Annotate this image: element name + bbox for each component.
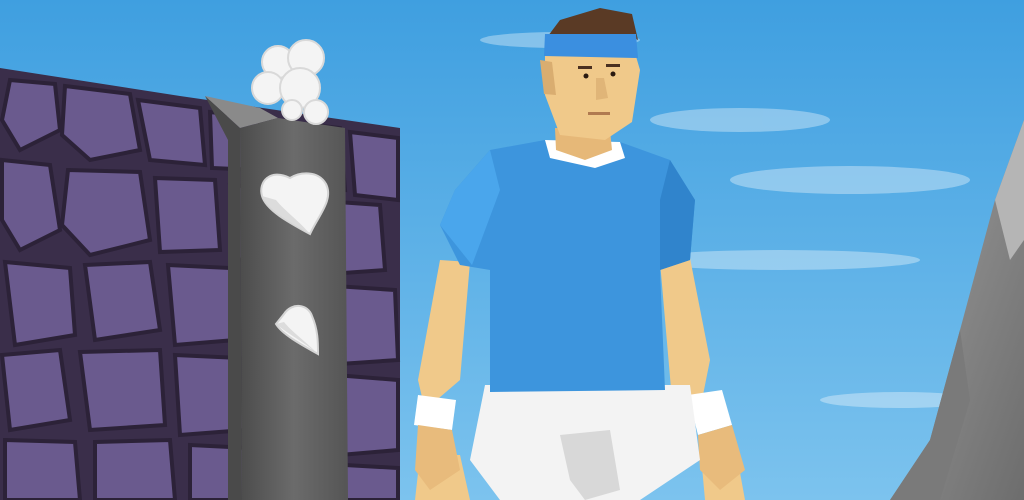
game-viewport <box>0 0 1024 500</box>
game-scene <box>0 0 1024 500</box>
